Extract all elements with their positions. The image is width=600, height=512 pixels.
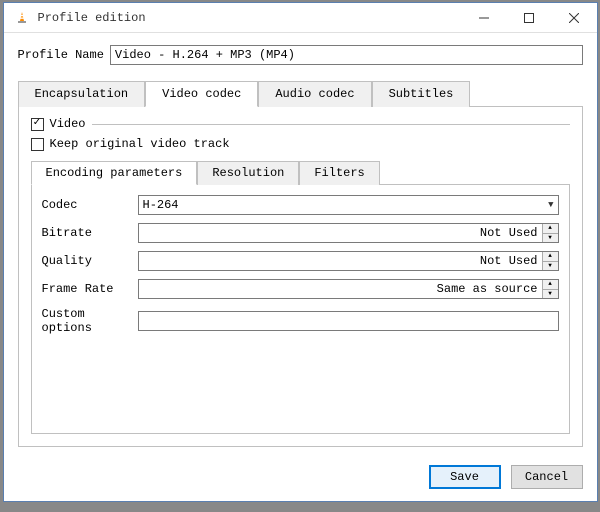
keep-original-checkbox[interactable] <box>31 138 44 151</box>
tab-audio-codec[interactable]: Audio codec <box>258 81 371 107</box>
bitrate-row: Bitrate Not Used ▲ ▼ <box>42 223 559 243</box>
video-fieldset-header: ✓ Video <box>31 117 570 131</box>
custom-options-row: Custom options <box>42 307 559 335</box>
quality-spinner: ▲ ▼ <box>542 252 558 270</box>
quality-label: Quality <box>42 254 138 268</box>
encoding-parameters-panel: Codec H-264 ▼ Bitrate Not Used <box>31 185 570 434</box>
maximize-button[interactable] <box>507 3 552 32</box>
video-checkbox[interactable]: ✓ <box>31 118 44 131</box>
content-area: Profile Name Encapsulation Video codec A… <box>4 33 597 455</box>
quality-value: Not Used <box>139 254 542 268</box>
window-controls <box>462 3 597 32</box>
framerate-spinbox[interactable]: Same as source ▲ ▼ <box>138 279 559 299</box>
cancel-button[interactable]: Cancel <box>511 465 583 489</box>
bitrate-up-button[interactable]: ▲ <box>543 224 558 234</box>
chevron-down-icon: ▼ <box>548 200 553 210</box>
keep-original-row: Keep original video track <box>31 137 570 151</box>
tab-filters[interactable]: Filters <box>299 161 379 185</box>
fieldset-divider <box>92 124 570 125</box>
framerate-down-button[interactable]: ▼ <box>543 290 558 299</box>
bitrate-spinner: ▲ ▼ <box>542 224 558 242</box>
quality-down-button[interactable]: ▼ <box>543 262 558 271</box>
video-checkbox-label: Video <box>50 117 86 131</box>
titlebar: Profile edition <box>4 3 597 33</box>
framerate-label: Frame Rate <box>42 282 138 296</box>
framerate-spinner: ▲ ▼ <box>542 280 558 298</box>
tab-subtitles[interactable]: Subtitles <box>372 81 471 107</box>
profile-name-input[interactable] <box>110 45 583 65</box>
framerate-row: Frame Rate Same as source ▲ ▼ <box>42 279 559 299</box>
tab-encapsulation[interactable]: Encapsulation <box>18 81 146 107</box>
close-button[interactable] <box>552 3 597 32</box>
outer-tabs: Encapsulation Video codec Audio codec Su… <box>18 81 583 107</box>
dialog-window: Profile edition Profile Name Encapsulati… <box>3 2 598 502</box>
inner-tabs: Encoding parameters Resolution Filters <box>31 161 570 185</box>
quality-row: Quality Not Used ▲ ▼ <box>42 251 559 271</box>
custom-options-label: Custom options <box>42 307 138 335</box>
codec-row: Codec H-264 ▼ <box>42 195 559 215</box>
keep-original-label: Keep original video track <box>50 137 230 151</box>
framerate-value: Same as source <box>139 282 542 296</box>
dialog-footer: Save Cancel <box>4 455 597 501</box>
quality-up-button[interactable]: ▲ <box>543 252 558 262</box>
minimize-button[interactable] <box>462 3 507 32</box>
bitrate-value: Not Used <box>139 226 542 240</box>
app-cone-icon <box>14 10 30 26</box>
video-checkbox-row: ✓ Video <box>31 117 86 131</box>
bitrate-spinbox[interactable]: Not Used ▲ ▼ <box>138 223 559 243</box>
custom-options-input[interactable] <box>138 311 559 331</box>
tab-video-codec[interactable]: Video codec <box>145 81 258 107</box>
window-title: Profile edition <box>38 11 462 25</box>
quality-spinbox[interactable]: Not Used ▲ ▼ <box>138 251 559 271</box>
codec-label: Codec <box>42 198 138 212</box>
profile-name-label: Profile Name <box>18 48 104 62</box>
bitrate-label: Bitrate <box>42 226 138 240</box>
framerate-up-button[interactable]: ▲ <box>543 280 558 290</box>
codec-select[interactable]: H-264 ▼ <box>138 195 559 215</box>
tab-resolution[interactable]: Resolution <box>197 161 299 185</box>
video-codec-panel: ✓ Video Keep original video track Encodi… <box>18 107 583 447</box>
save-button[interactable]: Save <box>429 465 501 489</box>
tab-encoding-parameters[interactable]: Encoding parameters <box>31 161 198 185</box>
bitrate-down-button[interactable]: ▼ <box>543 234 558 243</box>
codec-value: H-264 <box>143 198 549 212</box>
profile-name-row: Profile Name <box>18 45 583 65</box>
